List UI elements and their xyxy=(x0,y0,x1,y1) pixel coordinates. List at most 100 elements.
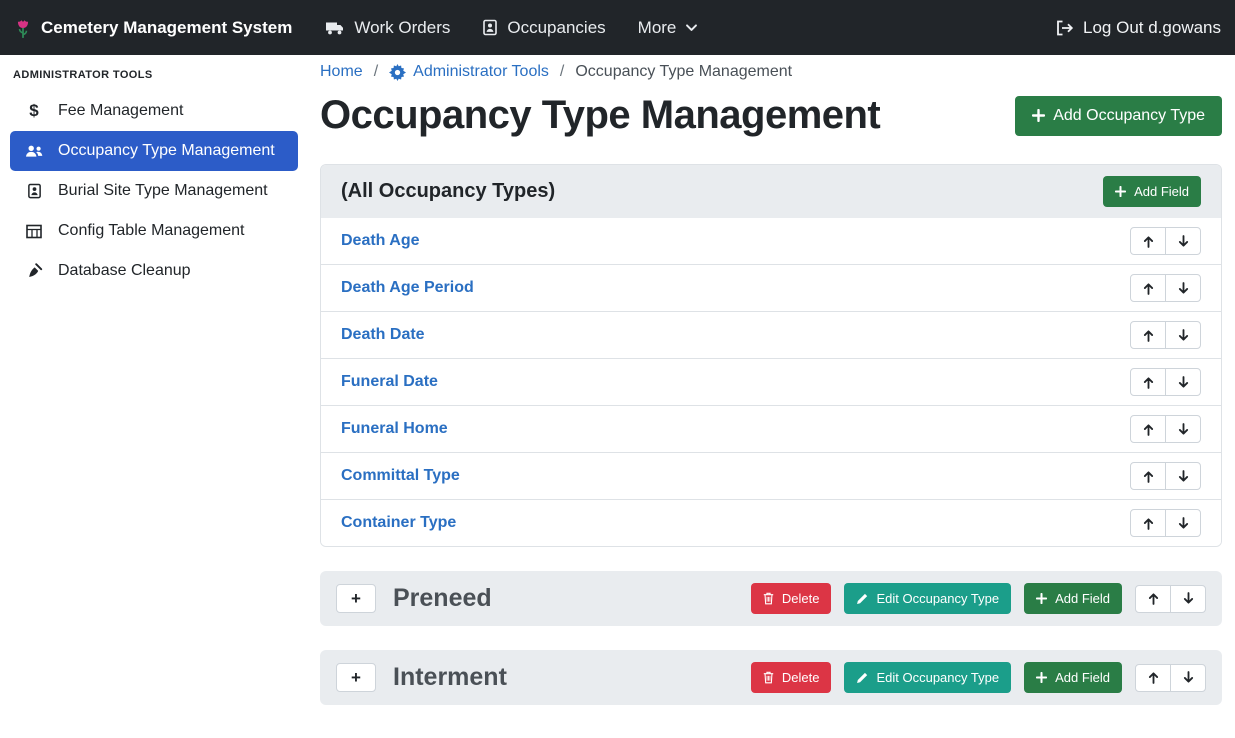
reorder-controls xyxy=(1135,585,1206,613)
title-row: Occupancy Type Management Add Occupancy … xyxy=(320,93,1222,138)
gear-icon xyxy=(389,64,406,81)
plus-icon xyxy=(1036,672,1047,683)
main-content: Home / Administrator Tools / Occupancy T… xyxy=(320,55,1222,738)
delete-button[interactable]: Delete xyxy=(751,583,832,614)
logout-icon xyxy=(1055,20,1074,36)
pencil-icon xyxy=(856,593,868,605)
move-up-button[interactable] xyxy=(1130,368,1166,396)
all-occupancy-types-card: (All Occupancy Types) Add Field Death Ag… xyxy=(320,164,1222,547)
field-link[interactable]: Funeral Date xyxy=(341,373,438,391)
logout-link[interactable]: Log Out d.gowans xyxy=(1055,18,1221,38)
sidebar-item-burial-site-type-management[interactable]: Burial Site Type Management xyxy=(10,171,298,211)
dollar-icon: $ xyxy=(23,101,45,121)
sidebar-item-fee-management[interactable]: $ Fee Management xyxy=(10,91,298,131)
add-field-button[interactable]: Add Field xyxy=(1024,662,1122,693)
move-down-button[interactable] xyxy=(1165,227,1201,255)
move-down-button[interactable] xyxy=(1165,368,1201,396)
page-title: Occupancy Type Management xyxy=(320,93,880,138)
plus-icon xyxy=(1036,593,1047,604)
app-title: Cemetery Management System xyxy=(41,18,292,38)
chevron-down-icon xyxy=(685,21,698,34)
move-up-button[interactable] xyxy=(1130,462,1166,490)
portrait-icon xyxy=(482,19,498,36)
panel-title: Preneed xyxy=(393,584,492,613)
nav-occupancies[interactable]: Occupancies xyxy=(482,18,605,38)
truck-icon xyxy=(326,20,345,36)
breadcrumb-current: Occupancy Type Management xyxy=(575,63,792,81)
field-row: Funeral Date xyxy=(321,358,1221,405)
field-link[interactable]: Container Type xyxy=(341,514,456,532)
reorder-controls xyxy=(1130,321,1201,349)
breadcrumb: Home / Administrator Tools / Occupancy T… xyxy=(320,63,1222,81)
sidebar: Administrator Tools $ Fee Management Occ… xyxy=(0,55,308,738)
move-down-button[interactable] xyxy=(1165,321,1201,349)
edit-occupancy-type-button[interactable]: Edit Occupancy Type xyxy=(844,583,1011,614)
delete-button[interactable]: Delete xyxy=(751,662,832,693)
move-down-button[interactable] xyxy=(1165,274,1201,302)
field-link[interactable]: Death Date xyxy=(341,326,425,344)
portrait-icon xyxy=(23,183,45,199)
nav-more[interactable]: More xyxy=(638,18,699,38)
move-up-button[interactable] xyxy=(1130,321,1166,349)
app-brand[interactable]: Cemetery Management System xyxy=(14,17,292,39)
field-row: Death Age xyxy=(321,218,1221,264)
pencil-icon xyxy=(856,672,868,684)
add-field-button[interactable]: Add Field xyxy=(1024,583,1122,614)
top-navbar: Cemetery Management System Work Orders xyxy=(0,0,1235,55)
nav-work-orders[interactable]: Work Orders xyxy=(326,18,450,38)
broom-icon xyxy=(23,263,45,279)
reorder-controls xyxy=(1130,462,1201,490)
move-up-button[interactable] xyxy=(1135,585,1171,613)
trash-icon xyxy=(763,671,774,684)
move-down-button[interactable] xyxy=(1165,415,1201,443)
sidebar-item-config-table-management[interactable]: Config Table Management xyxy=(10,211,298,251)
reorder-controls xyxy=(1130,509,1201,537)
reorder-controls xyxy=(1130,368,1201,396)
sidebar-heading: Administrator Tools xyxy=(0,55,308,91)
sidebar-item-occupancy-type-management[interactable]: Occupancy Type Management xyxy=(10,131,298,171)
field-row: Death Age Period xyxy=(321,264,1221,311)
edit-occupancy-type-button[interactable]: Edit Occupancy Type xyxy=(844,662,1011,693)
breadcrumb-home[interactable]: Home xyxy=(320,63,363,81)
nav-links: Work Orders Occupancies More xyxy=(326,18,698,38)
card-title: (All Occupancy Types) xyxy=(341,180,555,203)
reorder-controls xyxy=(1130,415,1201,443)
move-down-button[interactable] xyxy=(1170,585,1206,613)
move-down-button[interactable] xyxy=(1165,509,1201,537)
occupancy-type-panel-preneed: + Preneed Delete Edit Occupancy Type xyxy=(320,571,1222,626)
add-field-button[interactable]: Add Field xyxy=(1103,176,1201,207)
reorder-controls xyxy=(1130,227,1201,255)
plus-icon xyxy=(1032,109,1045,122)
move-down-button[interactable] xyxy=(1165,462,1201,490)
panel-actions: Delete Edit Occupancy Type Add Field xyxy=(751,662,1206,693)
panel-title: Interment xyxy=(393,663,507,692)
move-up-button[interactable] xyxy=(1130,274,1166,302)
reorder-controls xyxy=(1130,274,1201,302)
field-link[interactable]: Funeral Home xyxy=(341,420,448,438)
field-row: Death Date xyxy=(321,311,1221,358)
card-header: (All Occupancy Types) Add Field xyxy=(321,165,1221,218)
panel-actions: Delete Edit Occupancy Type Add Field xyxy=(751,583,1206,614)
move-up-button[interactable] xyxy=(1130,415,1166,443)
occupancy-type-panel-interment: + Interment Delete Edit Occupancy Type xyxy=(320,650,1222,705)
flower-logo-icon xyxy=(14,17,32,39)
reorder-controls xyxy=(1135,664,1206,692)
field-link[interactable]: Death Age Period xyxy=(341,279,474,297)
table-icon xyxy=(23,224,45,239)
field-link[interactable]: Committal Type xyxy=(341,467,460,485)
users-icon xyxy=(23,144,45,158)
field-link[interactable]: Death Age xyxy=(341,232,420,250)
move-up-button[interactable] xyxy=(1130,227,1166,255)
move-up-button[interactable] xyxy=(1130,509,1166,537)
field-row: Container Type xyxy=(321,499,1221,546)
move-down-button[interactable] xyxy=(1170,664,1206,692)
expand-button[interactable]: + xyxy=(336,584,376,613)
move-up-button[interactable] xyxy=(1135,664,1171,692)
app-window: Cemetery Management System Work Orders xyxy=(0,0,1235,738)
sidebar-item-database-cleanup[interactable]: Database Cleanup xyxy=(10,251,298,291)
trash-icon xyxy=(763,592,774,605)
expand-button[interactable]: + xyxy=(336,663,376,692)
add-occupancy-type-button[interactable]: Add Occupancy Type xyxy=(1015,96,1222,136)
breadcrumb-separator: / xyxy=(374,63,378,81)
breadcrumb-admin-tools[interactable]: Administrator Tools xyxy=(389,63,549,81)
